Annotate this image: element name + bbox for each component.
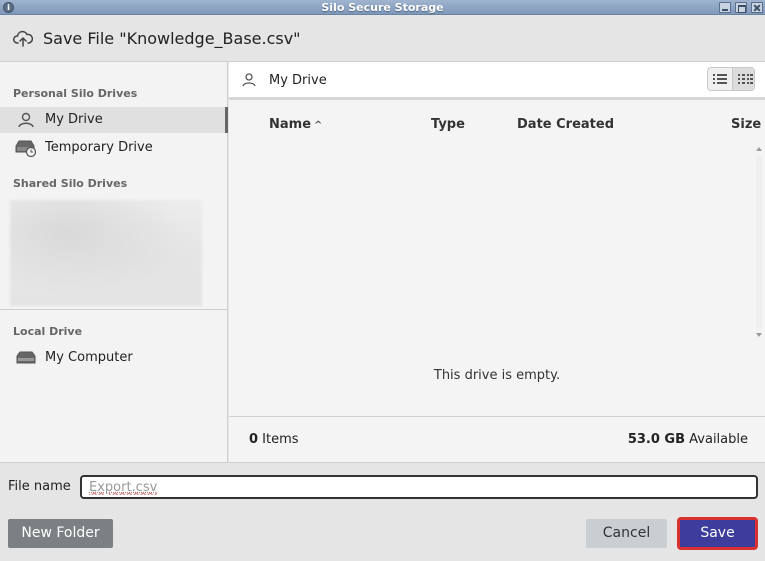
cancel-button[interactable]: Cancel [586,519,667,548]
list-view-button[interactable] [708,68,732,90]
sidebar-divider [0,309,228,310]
dialog-button-bar: New Folder Cancel Save [0,508,765,561]
filename-input[interactable] [80,475,758,499]
section-label-local: Local Drive [13,325,83,338]
scroll-up-icon[interactable] [756,147,762,151]
current-location: My Drive [269,73,327,88]
detail-view-icon [738,74,753,84]
sort-ascending-icon: ^ [314,120,323,131]
window-titlebar[interactable]: i Silo Secure Storage [0,0,765,15]
save-button[interactable]: Save [677,517,758,550]
person-icon [242,73,256,87]
filename-row: File name [0,462,765,508]
filename-label: File name [8,479,71,494]
scroll-track[interactable] [756,156,762,328]
sidebar-item-my-computer[interactable]: My Computer [0,345,228,371]
file-browser-panel: My Drive Name ^ Type Date Created Size T… [229,62,765,462]
scroll-down-icon[interactable] [756,333,762,337]
person-icon [18,112,34,128]
temporary-drive-icon [15,140,37,157]
available-space-value: 53.0 GB [627,432,686,447]
view-toggle [707,67,755,91]
column-header-row: Name ^ Type Date Created Size [229,106,765,142]
sidebar-item-my-drive[interactable]: My Drive [0,107,228,133]
shared-drives-redacted [10,200,202,306]
dialog-header: Save File "Knowledge_Base.csv" [0,16,765,62]
sidebar-item-label: My Computer [45,350,133,365]
status-footer: 0 Items 53.0 GB Available [229,416,765,462]
path-bar: My Drive [229,62,765,100]
column-size-header[interactable]: Size [731,116,761,133]
window-title: Silo Secure Storage [321,1,444,14]
sidebar-item-temporary-drive[interactable]: Temporary Drive [0,135,228,161]
item-count: 0 Items [249,431,299,448]
section-label-shared: Shared Silo Drives [13,177,128,190]
column-date-header[interactable]: Date Created [517,116,614,133]
minimize-button[interactable] [719,2,731,13]
dialog-title: Save File "Knowledge_Base.csv" [43,29,301,48]
column-type-header[interactable]: Type [431,116,465,133]
sidebar-item-label: My Drive [45,112,103,127]
section-label-personal: Personal Silo Drives [13,87,138,100]
file-list-scrollbar[interactable] [753,144,765,340]
close-window-button[interactable] [751,2,763,13]
sidebar: Personal Silo Drives My Drive Temporary … [0,62,228,462]
available-space: 53.0 GB Available [628,431,748,448]
available-space-label: Available [685,432,748,447]
maximize-button[interactable] [735,2,747,13]
list-view-icon [713,74,727,84]
hard-drive-icon [16,351,36,364]
cloud-upload-icon [13,30,33,47]
sidebar-item-label: Temporary Drive [45,140,153,155]
item-count-value: 0 [249,432,259,447]
empty-drive-message: This drive is empty. [433,368,561,383]
new-folder-button[interactable]: New Folder [8,519,113,548]
item-count-label: Items [258,432,299,447]
detail-view-button[interactable] [732,68,754,90]
column-name-header[interactable]: Name [269,116,311,133]
